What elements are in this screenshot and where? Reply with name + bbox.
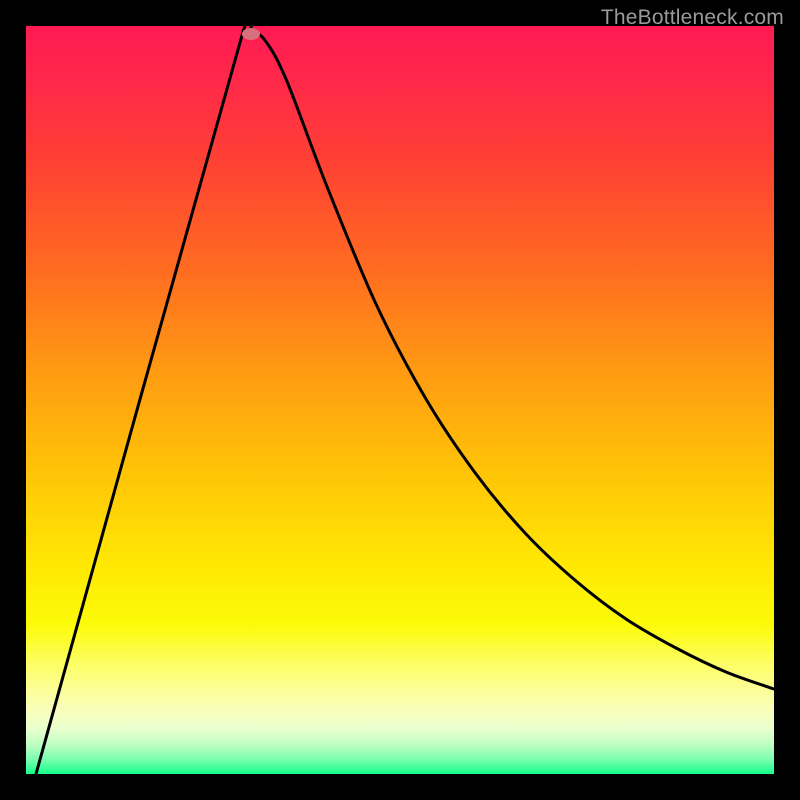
bottleneck-curve (26, 26, 774, 774)
min-marker (242, 28, 260, 40)
chart-frame (26, 26, 774, 774)
